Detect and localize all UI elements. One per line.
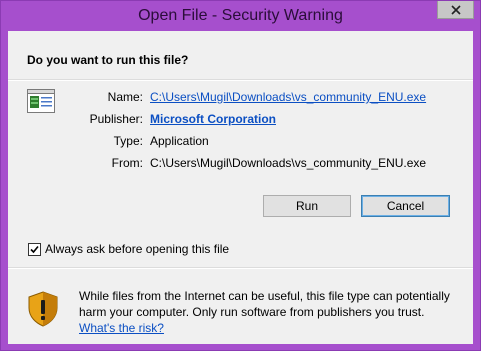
checkmark-icon xyxy=(30,245,39,254)
always-ask-label[interactable]: Always ask before opening this file xyxy=(45,242,229,256)
publisher-label: Publisher: xyxy=(89,112,143,126)
type-value: Application xyxy=(150,134,209,148)
shield-warning-icon xyxy=(28,291,58,327)
window-title: Open File - Security Warning xyxy=(138,7,343,24)
warning-message: While files from the Internet can be use… xyxy=(79,288,459,336)
from-row: From: C:\Users\Mugil\Downloads\vs_commun… xyxy=(8,156,473,172)
security-warning-window: Open File - Security Warning Do you want… xyxy=(0,0,481,351)
close-icon xyxy=(450,4,461,15)
run-button[interactable]: Run xyxy=(263,195,351,217)
from-value: C:\Users\Mugil\Downloads\vs_community_EN… xyxy=(150,156,427,170)
always-ask-checkbox[interactable] xyxy=(28,243,41,256)
divider xyxy=(8,267,473,269)
cancel-button[interactable]: Cancel xyxy=(361,195,450,217)
name-link[interactable]: C:\Users\Mugil\Downloads\vs_community_EN… xyxy=(150,90,426,104)
name-row: Name: C:\Users\Mugil\Downloads\vs_commun… xyxy=(8,90,473,106)
warning-text: While files from the Internet can be use… xyxy=(79,289,450,319)
from-label: From: xyxy=(111,156,143,170)
close-button[interactable] xyxy=(437,1,474,19)
dialog-content: Do you want to run this file? Name: C:\U… xyxy=(8,31,473,344)
title-bar[interactable]: Open File - Security Warning xyxy=(1,1,480,31)
dialog-question: Do you want to run this file? xyxy=(27,53,189,67)
publisher-row: Publisher: Microsoft Corporation xyxy=(8,112,473,128)
type-label: Type: xyxy=(113,134,143,148)
divider xyxy=(8,79,473,81)
whats-the-risk-link[interactable]: What's the risk? xyxy=(79,321,164,335)
name-label: Name: xyxy=(107,90,143,104)
publisher-link[interactable]: Microsoft Corporation xyxy=(150,112,276,126)
type-row: Type: Application xyxy=(8,134,473,150)
